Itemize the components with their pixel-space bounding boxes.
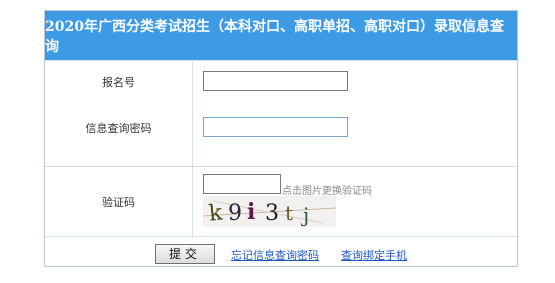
- page-title-text: 2020年广西分类考试招生（本科对口、高职单招、高职对口）录取信息查询: [45, 18, 504, 55]
- captcha-fields: 点击图片更换验证码 k 9 i 3 t j: [193, 167, 517, 236]
- forgot-password-link[interactable]: 忘记信息查询密码: [231, 247, 319, 263]
- query-panel: 2020年广西分类考试招生（本科对口、高职单招、高职对口）录取信息查询 报名号 …: [44, 10, 518, 267]
- password-input[interactable]: [203, 117, 348, 137]
- svg-text:j: j: [301, 203, 309, 227]
- page-title: 2020年广西分类考试招生（本科对口、高职单招、高职对口）录取信息查询: [45, 11, 517, 60]
- captcha-input[interactable]: [203, 174, 281, 194]
- credentials-labels: 报名号 信息查询密码: [45, 61, 193, 166]
- svg-text:t: t: [285, 201, 293, 225]
- svg-text:3: 3: [265, 201, 279, 226]
- credentials-row: 报名号 信息查询密码: [45, 60, 517, 166]
- captcha-image[interactable]: k 9 i 3 t j: [203, 196, 336, 227]
- bind-phone-link[interactable]: 查询绑定手机: [341, 247, 407, 263]
- password-label: 信息查询密码: [85, 122, 152, 135]
- credentials-fields: [193, 61, 517, 166]
- captcha-graphic: k 9 i 3 t j: [203, 199, 336, 227]
- captcha-label: 验证码: [45, 167, 193, 236]
- actions-row: 提交 忘记信息查询密码 查询绑定手机: [45, 236, 517, 269]
- svg-text:9: 9: [228, 201, 242, 226]
- actions-area: 提交 忘记信息查询密码 查询绑定手机: [45, 237, 517, 269]
- svg-text:k: k: [208, 200, 225, 226]
- exam-number-input[interactable]: [203, 71, 348, 91]
- submit-button[interactable]: 提交: [155, 244, 215, 264]
- captcha-hint: 点击图片更换验证码: [282, 186, 372, 197]
- captcha-row: 验证码 点击图片更换验证码 k 9 i 3 t j: [45, 166, 517, 236]
- svg-text:i: i: [247, 199, 255, 225]
- exam-number-label: 报名号: [102, 76, 135, 89]
